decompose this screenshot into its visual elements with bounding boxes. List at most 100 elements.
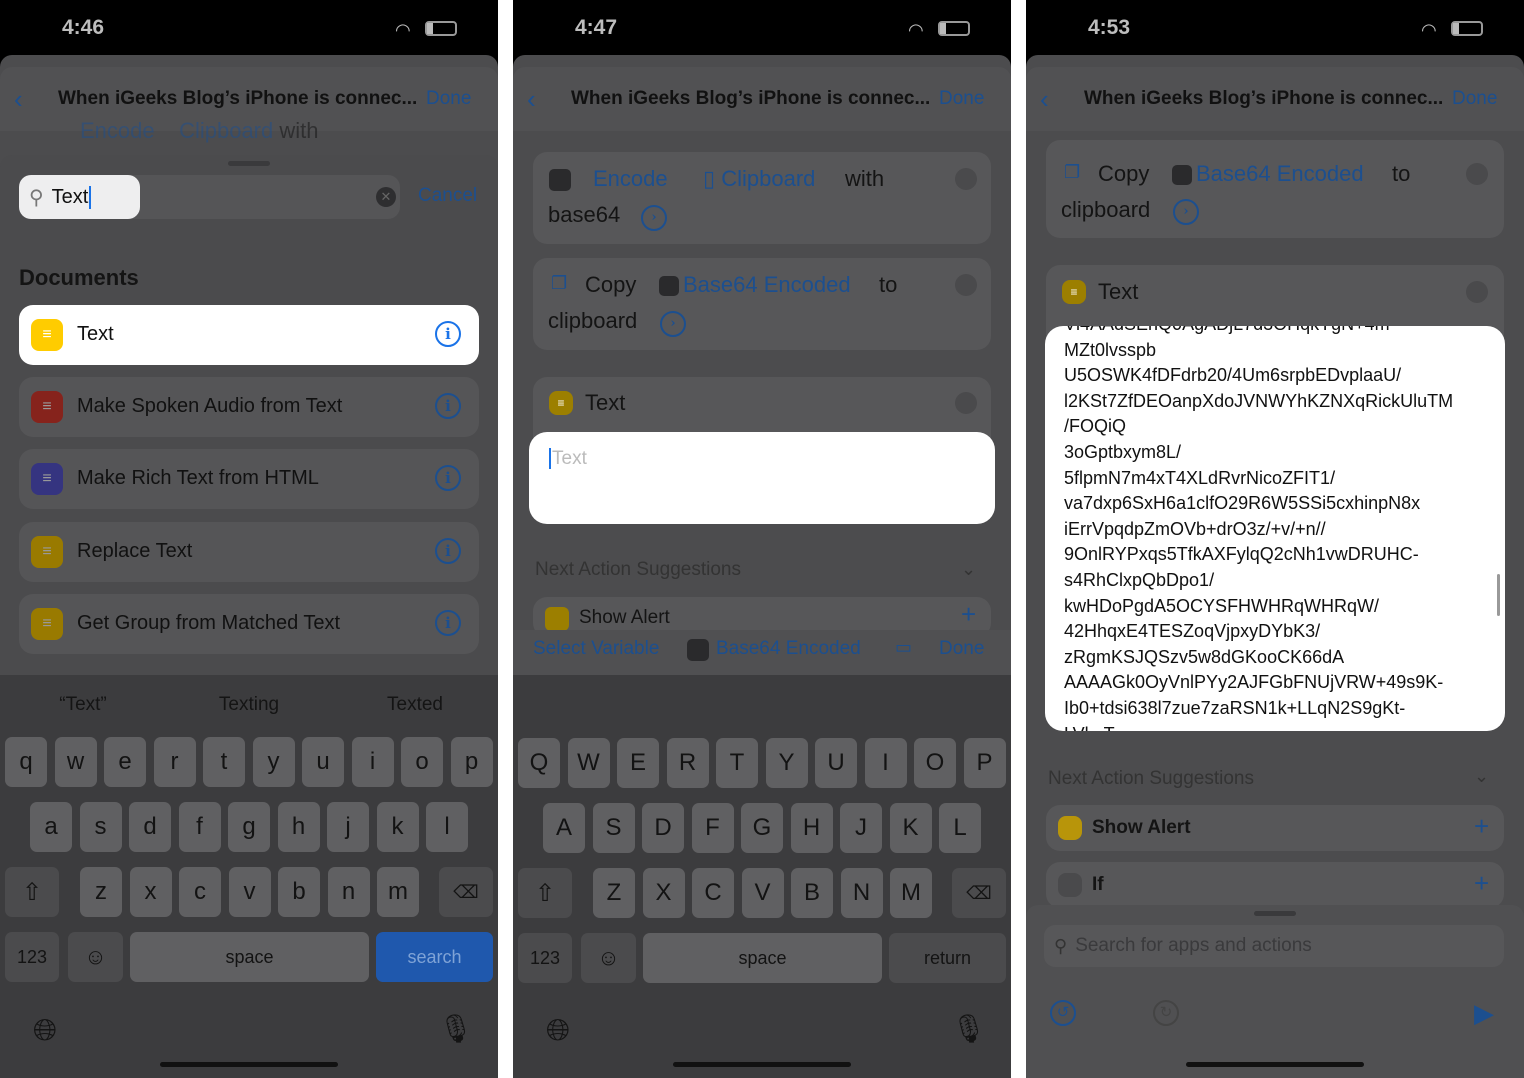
- remove-icon[interactable]: [955, 392, 977, 414]
- play-icon[interactable]: ▶: [1474, 998, 1494, 1029]
- key-i[interactable]: I: [864, 738, 907, 788]
- key-i[interactable]: i: [351, 737, 394, 787]
- add-icon[interactable]: +: [961, 599, 976, 630]
- delete-key[interactable]: ⌫: [952, 868, 1006, 918]
- key-z[interactable]: z: [80, 867, 122, 917]
- key-x[interactable]: X: [642, 868, 685, 918]
- key-w[interactable]: w: [54, 737, 97, 787]
- key-o[interactable]: O: [914, 738, 956, 788]
- key-c[interactable]: C: [692, 868, 734, 918]
- autocomplete-suggestion[interactable]: Texting: [189, 694, 309, 716]
- key-j[interactable]: j: [327, 802, 369, 852]
- return-key[interactable]: return: [889, 933, 1006, 983]
- done-button[interactable]: Done: [426, 88, 471, 110]
- key-p[interactable]: p: [450, 737, 493, 787]
- suggestion-row[interactable]: If +: [1046, 862, 1504, 908]
- key-s[interactable]: S: [592, 803, 635, 853]
- redo-icon[interactable]: ↻: [1153, 1000, 1179, 1026]
- result-row[interactable]: ≡ Get Group from Matched Text i: [19, 594, 479, 654]
- key-j[interactable]: J: [840, 803, 882, 853]
- result-row[interactable]: ≡ Text i: [19, 305, 479, 365]
- shift-key[interactable]: ⇧: [5, 867, 59, 917]
- key-e[interactable]: e: [104, 737, 146, 787]
- remove-icon[interactable]: [955, 168, 977, 190]
- key-z[interactable]: Z: [593, 868, 635, 918]
- back-chevron-icon[interactable]: ‹: [527, 84, 536, 115]
- sheet-grabber[interactable]: [1254, 911, 1296, 916]
- chevron-down-icon[interactable]: ⌄: [961, 559, 976, 580]
- chevron-down-icon[interactable]: ⌄: [1474, 766, 1489, 787]
- back-chevron-icon[interactable]: ‹: [14, 84, 23, 115]
- globe-icon[interactable]: 🌐︎: [33, 1014, 57, 1048]
- space-key[interactable]: space: [130, 932, 369, 982]
- sheet-grabber[interactable]: [228, 161, 270, 166]
- key-t[interactable]: T: [716, 738, 758, 788]
- microphone-icon[interactable]: 🎙︎: [951, 1012, 987, 1045]
- chevron-right-circle-icon[interactable]: ›: [641, 205, 667, 231]
- base64-variable[interactable]: Base64 Encoded: [1196, 161, 1364, 187]
- key-k[interactable]: K: [889, 803, 932, 853]
- shift-key[interactable]: ⇧: [518, 868, 572, 918]
- scrollbar[interactable]: [1497, 574, 1500, 616]
- key-p[interactable]: P: [963, 738, 1006, 788]
- key-r[interactable]: R: [666, 738, 709, 788]
- key-g[interactable]: G: [741, 803, 783, 853]
- text-content-field[interactable]: Vl4AAdSEhQ0AgADjL7d3OHqkYgN+4m-MZt0lvssp…: [1045, 326, 1505, 731]
- base64-variable-button[interactable]: Base64 Encoded: [716, 638, 861, 660]
- remove-icon[interactable]: [1466, 163, 1488, 185]
- result-row[interactable]: ≡ Make Spoken Audio from Text i: [19, 377, 479, 437]
- suggestion-row[interactable]: Show Alert +: [1046, 805, 1504, 851]
- key-u[interactable]: U: [815, 738, 857, 788]
- encode-param[interactable]: Encode: [593, 166, 668, 192]
- remove-icon[interactable]: [955, 274, 977, 296]
- base64-variable[interactable]: Base64 Encoded: [683, 272, 851, 298]
- key-a[interactable]: a: [30, 802, 72, 852]
- key-m[interactable]: m: [377, 867, 419, 917]
- key-f[interactable]: F: [691, 803, 734, 853]
- space-key[interactable]: space: [643, 933, 882, 983]
- key-d[interactable]: d: [129, 802, 171, 852]
- emoji-key[interactable]: ☺: [581, 933, 636, 983]
- add-icon[interactable]: +: [1474, 811, 1489, 842]
- done-button[interactable]: Done: [1452, 88, 1497, 110]
- info-icon[interactable]: i: [435, 610, 461, 636]
- key-w[interactable]: W: [567, 738, 610, 788]
- add-icon[interactable]: +: [1474, 868, 1489, 899]
- key-x[interactable]: x: [129, 867, 172, 917]
- key-e[interactable]: E: [617, 738, 659, 788]
- key-n[interactable]: N: [840, 868, 883, 918]
- key-q[interactable]: Q: [518, 738, 560, 788]
- info-icon[interactable]: i: [435, 465, 461, 491]
- key-f[interactable]: f: [178, 802, 221, 852]
- key-m[interactable]: M: [890, 868, 932, 918]
- key-n[interactable]: n: [327, 867, 370, 917]
- key-q[interactable]: q: [5, 737, 47, 787]
- key-d[interactable]: D: [642, 803, 684, 853]
- autocomplete-suggestion[interactable]: “Text”: [23, 694, 143, 716]
- back-chevron-icon[interactable]: ‹: [1040, 84, 1049, 115]
- key-a[interactable]: A: [543, 803, 585, 853]
- key-k[interactable]: k: [376, 802, 419, 852]
- key-h[interactable]: H: [790, 803, 833, 853]
- key-h[interactable]: h: [277, 802, 320, 852]
- chevron-right-circle-icon[interactable]: ›: [1173, 199, 1199, 225]
- key-b[interactable]: b: [278, 867, 320, 917]
- result-row[interactable]: ≡ Make Rich Text from HTML i: [19, 449, 479, 509]
- info-icon[interactable]: i: [435, 321, 461, 347]
- key-r[interactable]: r: [153, 737, 196, 787]
- key-g[interactable]: g: [228, 802, 270, 852]
- autocomplete-suggestion[interactable]: Texted: [355, 694, 475, 716]
- microphone-icon[interactable]: 🎙︎: [438, 1012, 474, 1045]
- info-icon[interactable]: i: [435, 538, 461, 564]
- copy-action-card[interactable]: [1046, 140, 1504, 238]
- cancel-button[interactable]: Cancel: [418, 185, 477, 207]
- key-s[interactable]: s: [79, 802, 122, 852]
- result-row[interactable]: ≡ Replace Text i: [19, 522, 479, 582]
- key-y[interactable]: y: [252, 737, 295, 787]
- key-v[interactable]: V: [741, 868, 784, 918]
- key-b[interactable]: B: [791, 868, 833, 918]
- clear-icon[interactable]: ✕: [376, 187, 396, 207]
- text-input[interactable]: Text: [529, 432, 995, 524]
- remove-icon[interactable]: [1466, 281, 1488, 303]
- chevron-right-circle-icon[interactable]: ›: [660, 311, 686, 337]
